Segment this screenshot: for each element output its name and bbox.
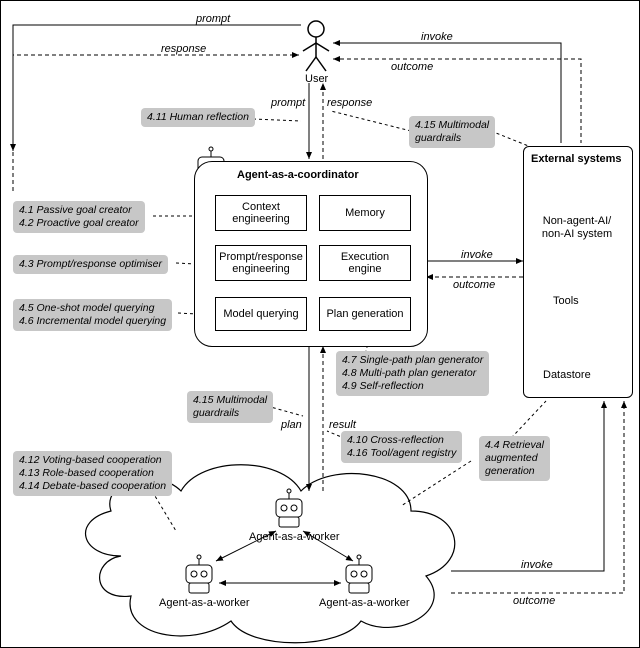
tag-voting: 4.12 Voting-based cooperation <box>19 454 162 466</box>
tag-tool-registry: 4.16 Tool/agent registry <box>347 447 456 459</box>
edge-outcome-bottom: outcome <box>513 595 555 608</box>
tag-goal-creators: 4.1 Passive goal creator 4.2 Proactive g… <box>13 201 145 233</box>
worker-label-2: Agent-as-a-worker <box>159 597 249 610</box>
worker-label-3: Agent-as-a-worker <box>319 597 409 610</box>
edge-invoke-top: invoke <box>421 31 453 44</box>
tag-single-path: 4.7 Single-path plan generator <box>342 354 483 366</box>
tag-cross-reflection: 4.10 Cross-reflection <box>347 434 444 446</box>
tag-mm-guardrails-mid: 4.15 Multimodal guardrails <box>187 391 273 423</box>
tag-debate: 4.14 Debate-based cooperation <box>19 480 166 492</box>
tag-one-shot: 4.5 One-shot model querying <box>19 302 154 314</box>
robot-icon <box>186 555 212 593</box>
external-title: External systems <box>531 153 622 166</box>
external-tools-label: Tools <box>553 295 579 308</box>
edge-outcome-top: outcome <box>391 61 433 74</box>
tag-rag: 4.4 Retrieval augmented generation <box>479 436 550 481</box>
tag-cross-registry: 4.10 Cross-reflection 4.16 Tool/agent re… <box>341 431 462 463</box>
tag-proactive-goal: 4.2 Proactive goal creator <box>19 217 139 229</box>
tag-plan-generators: 4.7 Single-path plan generator 4.8 Multi… <box>336 351 489 396</box>
box-execution-engine: Execution engine <box>319 245 411 281</box>
box-prompt-response-eng: Prompt/response engineering <box>215 245 307 281</box>
tag-mm-guardrails-top: 4.15 Multimodal guardrails <box>409 116 495 148</box>
user-label: User <box>305 73 328 86</box>
tag-role: 4.13 Role-based cooperation <box>19 467 154 479</box>
user-icon <box>303 21 329 71</box>
robot-icon <box>346 555 372 593</box>
external-nonagent-label: Non-agent-AI/ non-AI system <box>529 215 625 241</box>
edge-prompt-top: prompt <box>196 13 230 26</box>
tag-model-querying: 4.5 One-shot model querying 4.6 Incremen… <box>13 299 172 331</box>
edge-plan: plan <box>281 419 302 432</box>
box-plan-generation: Plan generation <box>319 297 411 331</box>
edge-outcome-ee: outcome <box>453 279 495 292</box>
edge-invoke-ee: invoke <box>461 249 493 262</box>
diagram-canvas: User prompt response invoke outcome prom… <box>0 0 640 648</box>
robot-icon <box>276 489 302 527</box>
tag-optimiser: 4.3 Prompt/response optimiser <box>13 255 168 274</box>
tag-cooperation: 4.12 Voting-based cooperation 4.13 Role-… <box>13 451 172 496</box>
edge-response-top: response <box>161 43 206 56</box>
edge-prompt-mid: prompt <box>271 97 305 110</box>
external-systems-container <box>523 146 633 398</box>
edge-invoke-bottom: invoke <box>521 559 553 572</box>
tag-incremental: 4.6 Incremental model querying <box>19 315 166 327</box>
worker-label-1: Agent-as-a-worker <box>249 531 339 544</box>
tag-passive-goal: 4.1 Passive goal creator <box>19 204 132 216</box>
tag-multi-path: 4.8 Multi-path plan generator <box>342 367 476 379</box>
tag-human-reflection: 4.11 Human reflection <box>141 108 255 127</box>
coordinator-title: Agent-as-a-coordinator <box>237 169 359 182</box>
box-model-querying: Model querying <box>215 297 307 331</box>
tag-self-reflection: 4.9 Self-reflection <box>342 380 424 392</box>
edge-response-mid: response <box>327 97 372 110</box>
box-memory: Memory <box>319 195 411 231</box>
external-datastore-label: Datastore <box>543 369 591 382</box>
box-context-engineering: Context engineering <box>215 195 307 231</box>
